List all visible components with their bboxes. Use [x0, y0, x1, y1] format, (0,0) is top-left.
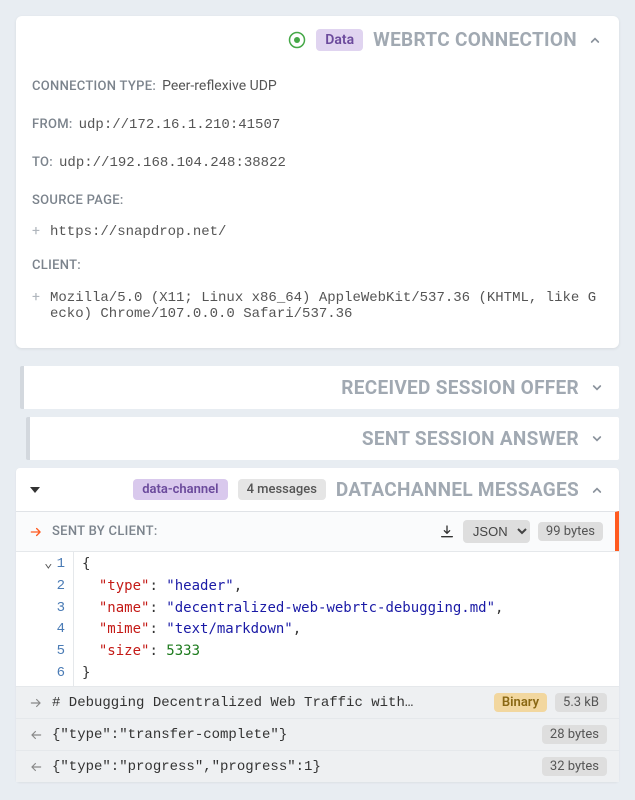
message-text: {"type":"progress","progress":1} — [52, 759, 534, 775]
line-gutter: 1 2 3 4 5 6 — [16, 552, 74, 686]
client-value: Mozilla/5.0 (X11; Linux x86_64) AppleWeb… — [50, 290, 603, 322]
connection-type-value: Peer-reflexive UDP — [162, 75, 277, 97]
chrome-icon — [288, 31, 306, 49]
size-badge: 32 bytes — [542, 757, 607, 776]
panel-title: RECEIVED SESSION OFFER — [341, 376, 579, 399]
connection-type-label: CONNECTION TYPE: — [32, 77, 156, 98]
message-text: # Debugging Decentralized Web Traffic wi… — [52, 695, 486, 711]
datachannel-header[interactable]: data-channel 4 messages DATACHANNEL MESS… — [16, 468, 619, 511]
source-page-label: SOURCE PAGE: — [32, 191, 124, 212]
panel-title: SENT SESSION ANSWER — [362, 427, 579, 450]
data-badge: Data — [316, 29, 363, 51]
datachannel-panel: data-channel 4 messages DATACHANNEL MESS… — [16, 468, 619, 782]
binary-badge: Binary — [494, 693, 547, 712]
webrtc-connection-card: Data WEBRTC CONNECTION CONNECTION TYPE: … — [16, 16, 619, 348]
chevron-down-icon — [589, 431, 605, 447]
to-value: udp://192.168.104.248:38822 — [59, 152, 286, 174]
json-content[interactable]: { "type": "header", "name": "decentraliz… — [74, 552, 511, 686]
card-header[interactable]: Data WEBRTC CONNECTION — [16, 16, 619, 63]
format-select[interactable]: JSONTextHex — [463, 520, 530, 543]
to-label: TO: — [32, 153, 53, 174]
message-count-badge: 4 messages — [238, 479, 326, 500]
message-row[interactable]: {"type":"transfer-complete"} 28 bytes — [16, 718, 619, 750]
plus-icon[interactable]: + — [32, 223, 50, 239]
size-badge: 28 bytes — [542, 725, 607, 744]
received-offer-panel[interactable]: RECEIVED SESSION OFFER — [20, 366, 619, 409]
source-page-value: https://snapdrop.net/ — [50, 224, 226, 240]
json-code-block: 1 2 3 4 5 6 { "type": "header", "name": … — [16, 551, 619, 686]
message-text: {"type":"transfer-complete"} — [52, 727, 534, 743]
arrow-right-icon — [28, 696, 44, 710]
plus-icon[interactable]: + — [32, 289, 50, 305]
from-value: udp://172.16.1.210:41507 — [79, 114, 281, 136]
sent-answer-panel[interactable]: SENT SESSION ANSWER — [26, 417, 619, 460]
arrow-left-icon — [28, 760, 44, 774]
arrow-right-icon — [28, 525, 44, 539]
sent-by-client-row: SENT BY CLIENT: JSONTextHex 99 bytes — [16, 511, 619, 551]
download-icon[interactable] — [439, 524, 455, 540]
size-badge: 99 bytes — [538, 522, 603, 541]
message-list: # Debugging Decentralized Web Traffic wi… — [16, 686, 619, 782]
arrow-left-icon — [28, 728, 44, 742]
panel-title: DATACHANNEL MESSAGES — [336, 478, 579, 501]
client-label: CLIENT: — [32, 256, 81, 277]
card-body: CONNECTION TYPE: Peer-reflexive UDP FROM… — [16, 63, 619, 348]
chevron-up-icon[interactable] — [587, 32, 603, 48]
message-row[interactable]: # Debugging Decentralized Web Traffic wi… — [16, 686, 619, 718]
caret-down-icon[interactable] — [30, 487, 40, 493]
chevron-down-icon — [589, 380, 605, 396]
channel-badge: data-channel — [133, 479, 227, 500]
from-label: FROM: — [32, 115, 73, 136]
message-row[interactable]: {"type":"progress","progress":1} 32 bytes — [16, 750, 619, 782]
card-title: WEBRTC CONNECTION — [373, 28, 577, 51]
chevron-up-icon — [589, 482, 605, 498]
size-badge: 5.3 kB — [555, 693, 607, 712]
sent-label: SENT BY CLIENT: — [52, 524, 158, 539]
